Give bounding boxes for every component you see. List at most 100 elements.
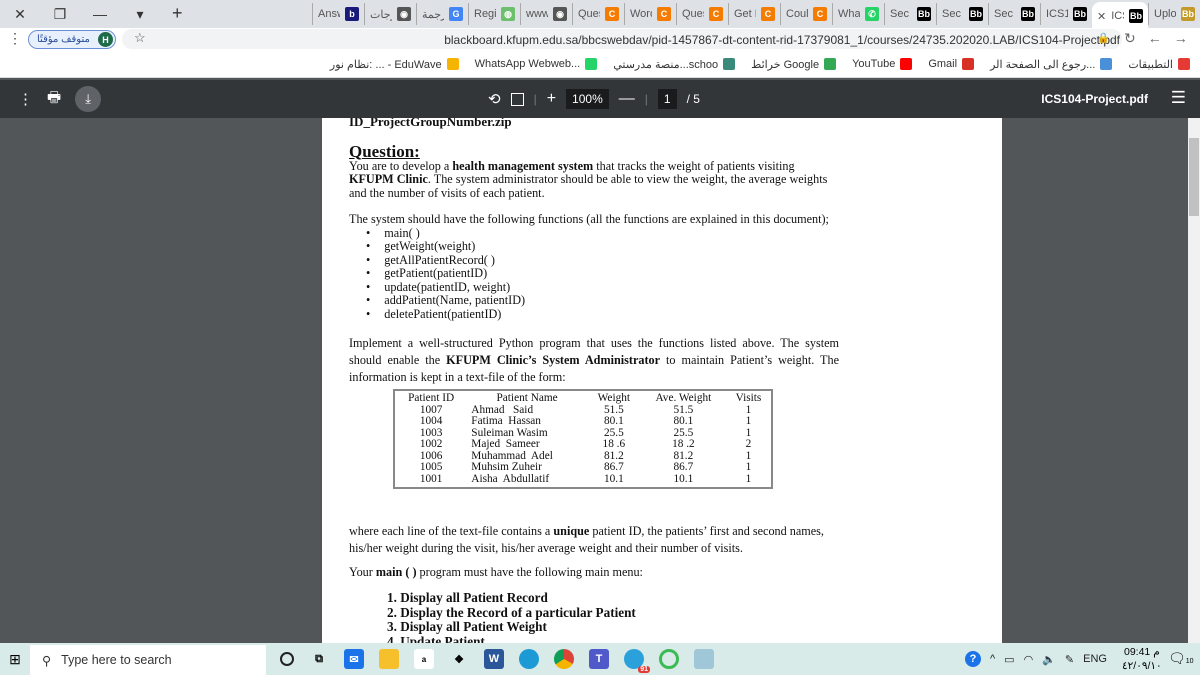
restore-window-button[interactable]: ❐ — [40, 6, 80, 23]
reload-icon[interactable]: ↻ — [1124, 30, 1136, 47]
tab[interactable]: Bb ICS ✕ — [1092, 2, 1148, 30]
scrollbar-thumb[interactable] — [1189, 138, 1199, 216]
system-tray: ? ^ ▭ ◠ 🔈 ✎ ENG — [965, 643, 1107, 675]
tab[interactable]: C Get He — [728, 3, 780, 25]
taskbar-search[interactable]: ⚲ Type here to search — [30, 645, 266, 675]
minimize-window-button[interactable]: — — [80, 6, 120, 22]
tab[interactable]: Bb Uploa — [1148, 3, 1200, 25]
bookmark-item[interactable]: YouTube — [852, 58, 913, 70]
tab-title: ICS10 — [1046, 8, 1068, 20]
circle-app-icon[interactable] — [659, 649, 679, 669]
tab-title: Questi — [682, 8, 704, 20]
mail-icon[interactable]: ✉ — [344, 649, 364, 669]
rotate-icon[interactable]: ⟲ — [488, 90, 501, 108]
favicon-icon: Bb — [1021, 7, 1035, 21]
new-tab-button[interactable]: + — [172, 3, 183, 24]
telegram-icon[interactable]: 91 — [624, 649, 650, 673]
file-explorer-icon[interactable] — [379, 649, 399, 669]
browser-menu-icon[interactable]: ⋮ — [8, 30, 22, 47]
language-indicator[interactable]: ENG — [1083, 653, 1107, 665]
bookmark-item[interactable]: التطبيقات — [1128, 58, 1190, 71]
function-item: getPatient(patientID) — [384, 266, 839, 281]
table-cell: 18 .6 — [602, 438, 626, 450]
dropbox-icon[interactable]: ❖ — [449, 649, 469, 669]
notifications-icon[interactable]: 🗨10 — [1168, 650, 1194, 667]
zoom-in-button[interactable]: + — [547, 90, 556, 108]
windows-start-icon[interactable]: ⊞ — [0, 643, 30, 675]
bookmark-label: منصة مدرستي...schoo — [613, 58, 719, 71]
tab[interactable]: Bb Sec 4. — [936, 3, 988, 25]
url-text[interactable]: blackboard.kfupm.edu.sa/bbcswebdav/pid-1… — [444, 33, 1120, 47]
bookmark-item[interactable]: Gmail — [928, 58, 975, 70]
pen-icon[interactable]: ✎ — [1065, 653, 1074, 666]
bookmark-item[interactable]: نظام نور: ... - EduWave — [330, 58, 459, 71]
profile-button[interactable]: متوقف مؤقتًا H — [28, 30, 116, 49]
tab[interactable]: C Woroj — [624, 3, 676, 25]
notepad-icon[interactable] — [694, 649, 714, 669]
bookmark-star-icon[interactable]: ☆ — [134, 30, 146, 46]
tab[interactable]: G ترجمة — [416, 3, 468, 25]
main-menu-intro: Your main ( ) program must have the foll… — [349, 565, 643, 579]
fit-page-icon[interactable] — [510, 92, 524, 106]
wifi-icon[interactable]: ◠ — [1024, 653, 1034, 666]
favicon-icon: C — [761, 7, 775, 21]
tab[interactable]: b Answe — [312, 3, 364, 25]
forward-icon[interactable]: → — [1174, 30, 1188, 47]
sidebar-toggle-icon[interactable]: ☰ — [1171, 88, 1186, 108]
print-icon[interactable]: 🖶 — [47, 87, 61, 112]
chrome-icon[interactable] — [554, 649, 574, 669]
table-cell: 1005 — [419, 461, 443, 473]
back-icon[interactable]: ← — [1148, 30, 1162, 47]
amazon-icon[interactable]: a — [414, 649, 434, 669]
page-number-input[interactable]: 1 — [657, 89, 677, 109]
close-window-button[interactable]: ✕ — [0, 6, 40, 23]
tab-search-button[interactable]: ▾ — [120, 6, 160, 23]
patient-table: Patient ID Patient Name Weight Ave. Weight V… — [393, 389, 773, 489]
close-tab-icon[interactable]: ✕ — [1097, 10, 1106, 23]
favicon-icon: Bb — [917, 7, 931, 21]
download-icon[interactable]: ⤓ — [75, 86, 102, 112]
show-hidden-icons[interactable]: ^ — [990, 653, 995, 665]
bookmark-item[interactable]: WhatsApp Webweb... — [475, 58, 598, 70]
tab[interactable]: ✆ Whats — [832, 3, 884, 25]
bookmark-icon — [1178, 58, 1190, 70]
volume-icon[interactable]: 🔈 — [1042, 653, 1056, 666]
table-cell: 1 — [745, 472, 752, 485]
tab[interactable]: C Questi — [676, 3, 728, 25]
cortana-icon[interactable] — [280, 652, 294, 666]
bookmark-item[interactable]: رجوع الى الصفحة الر... — [990, 58, 1113, 71]
tab-title: الدرجات — [370, 8, 392, 21]
lock-icon[interactable]: 🔒 — [1097, 33, 1109, 44]
tab[interactable]: Bb Sec 4.7 — [884, 3, 936, 25]
tab[interactable]: Bb ICS10 — [1040, 3, 1092, 25]
tab[interactable]: ◍ Regist — [468, 3, 520, 25]
edge-icon[interactable] — [519, 649, 539, 669]
bookmark-item[interactable]: خرائط Google — [751, 58, 837, 71]
nav-buttons: ↻ ← → — [1124, 30, 1188, 47]
pdf-page: ID_ProjectGroupNumber.zip Question: You … — [322, 118, 1002, 643]
task-view-icon[interactable]: ⧉ — [309, 649, 329, 669]
clock[interactable]: 09:41 م ٤٢/٠٩/١٠ — [1122, 645, 1162, 673]
tab[interactable]: ◉ www.c — [520, 3, 572, 25]
tab[interactable]: C Could — [780, 3, 832, 25]
teams-icon[interactable]: T — [589, 649, 609, 669]
pdf-zoom-controls: ⟲ | + 100% — | 1 / 5 — [488, 89, 700, 109]
bookmark-label: التطبيقات — [1128, 58, 1173, 71]
battery-icon[interactable]: ▭ — [1004, 653, 1014, 666]
tab-title: Sec 4. — [994, 8, 1016, 20]
function-item: getWeight(weight) — [384, 239, 839, 254]
word-icon[interactable]: W — [484, 649, 504, 669]
table-row: 1003 Suleiman Wasim 25.5 25.5 1 — [395, 427, 771, 440]
avatar: H — [98, 32, 113, 47]
tab[interactable]: Bb Sec 4. — [988, 3, 1040, 25]
tab[interactable]: ◉ الدرجات — [364, 3, 416, 25]
help-icon[interactable]: ? — [965, 651, 981, 667]
notification-count: 10 — [1185, 658, 1194, 665]
more-actions-icon[interactable]: ⋮ — [18, 90, 33, 108]
zoom-out-button[interactable]: — — [619, 90, 635, 108]
tab[interactable]: C Questi — [572, 3, 624, 25]
bookmark-item[interactable]: منصة مدرستي...schoo — [613, 58, 736, 71]
table-cell: Majed Sameer — [471, 438, 540, 450]
zoom-level-input[interactable]: 100% — [566, 89, 609, 109]
table-cell: Fatima Hassan — [471, 415, 541, 427]
